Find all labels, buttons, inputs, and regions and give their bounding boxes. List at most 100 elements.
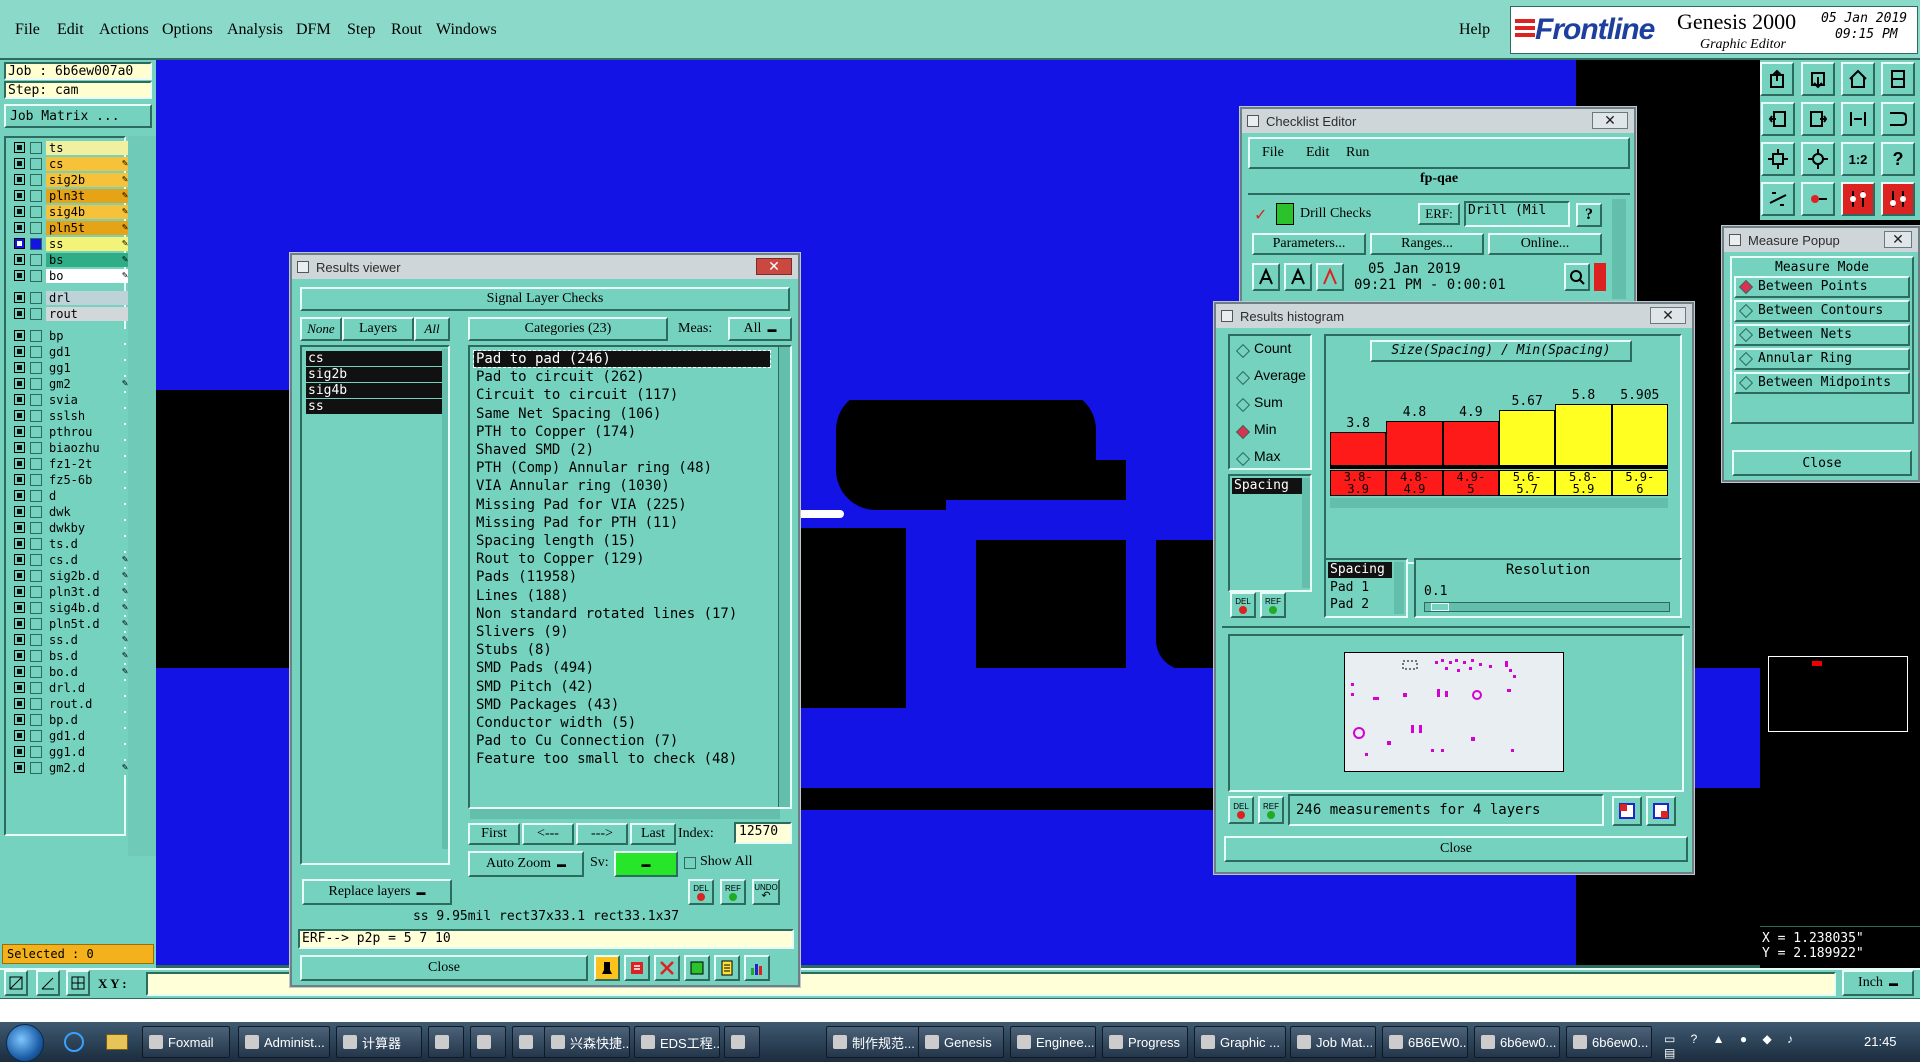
layer-checkbox[interactable] (14, 586, 25, 597)
menu-options[interactable]: Options (162, 21, 213, 39)
layer-row[interactable]: gd1.d (10, 728, 130, 744)
taskbar-item[interactable]: Graphic ... (1194, 1026, 1286, 1058)
zoom-fit-icon[interactable] (1761, 142, 1795, 176)
category-item[interactable]: Stubs (8) (476, 642, 552, 658)
layer-color-swatch[interactable] (30, 410, 42, 422)
first-button[interactable]: First (468, 823, 520, 845)
layer-row[interactable]: pthrou (10, 424, 130, 440)
category-item[interactable]: Lines (188) (476, 588, 569, 604)
erf-value[interactable]: Drill (Mil (1464, 201, 1570, 227)
net-highlight-icon[interactable] (1881, 182, 1915, 216)
category-item[interactable]: Non standard rotated lines (17) (476, 606, 737, 622)
category-item[interactable]: Same Net Spacing (106) (476, 406, 661, 422)
category-item[interactable]: SMD Pitch (42) (476, 679, 594, 695)
layer-name[interactable]: dwkby (46, 521, 130, 535)
histogram-bar[interactable] (1499, 410, 1556, 466)
layer-name[interactable]: gm2.d ✎ (46, 761, 130, 775)
layer-row[interactable]: bo.d ✎ (10, 664, 130, 680)
layer-row[interactable]: bs.d ✎ (10, 648, 130, 664)
layer-row[interactable]: bp (10, 328, 130, 344)
layer-results-list[interactable]: cs sig2b sig4b ss (300, 345, 450, 865)
histogram-close-button[interactable]: Close (1224, 836, 1688, 862)
histogram-option-max[interactable]: Max (1254, 448, 1280, 464)
layer-color-swatch[interactable] (30, 650, 42, 662)
taskbar-item[interactable]: 制作规范... (826, 1026, 922, 1058)
layer-color-swatch[interactable] (30, 238, 42, 250)
layer-checkbox[interactable] (14, 292, 25, 303)
category-list[interactable]: Pad to pad (246) Pad to circuit (262) Circ… (468, 345, 792, 809)
menu-edit[interactable]: Edit (57, 21, 84, 39)
layer-name[interactable]: ss ✎ (46, 237, 130, 251)
layer-row[interactable]: sig2b.d ✎ (10, 568, 130, 584)
mode-radio-icon[interactable] (1738, 279, 1754, 295)
layer-row[interactable]: ss.d ✎ (10, 632, 130, 648)
ranges-button[interactable]: Ranges... (1370, 233, 1484, 255)
board-preview[interactable] (1344, 652, 1564, 772)
show-all-checkbox[interactable] (684, 857, 696, 869)
layer-name[interactable]: drl.d (46, 681, 130, 695)
taskbar-item[interactable]: Enginee... (1010, 1026, 1096, 1058)
layer-name[interactable]: sig2b.d ✎ (46, 569, 130, 583)
measure-close-button[interactable]: Close (1732, 450, 1912, 476)
close-layer-icon[interactable] (1801, 62, 1835, 96)
layer-checkbox[interactable] (14, 618, 25, 629)
last-button[interactable]: Last (630, 823, 676, 845)
close-icon[interactable]: ✕ (756, 258, 792, 275)
layer-color-swatch[interactable] (30, 602, 42, 614)
layer-name[interactable]: gm2 ✎ (46, 377, 130, 391)
category-item[interactable]: Conductor width (5) (476, 715, 636, 731)
layer-row[interactable]: pln5t ✎ (10, 220, 130, 236)
layer-color-swatch[interactable] (30, 378, 42, 390)
layer-checkbox[interactable] (14, 602, 25, 613)
detail-pad2[interactable]: Pad 2 (1330, 597, 1369, 612)
histogram-option-min[interactable]: Min (1254, 421, 1277, 437)
menu-rout[interactable]: Rout (391, 21, 422, 39)
layer-checkbox[interactable] (14, 142, 25, 153)
layer-checkbox[interactable] (14, 538, 25, 549)
layer-checkbox[interactable] (14, 522, 25, 533)
menu-step[interactable]: Step (347, 21, 375, 39)
histogram-bar[interactable] (1386, 421, 1443, 466)
option-radio-icon[interactable] (1235, 343, 1251, 359)
highlight-icon[interactable] (594, 955, 620, 981)
layer-name[interactable]: fz1-2t (46, 457, 130, 471)
layer-color-swatch[interactable] (30, 570, 42, 582)
layer-color-swatch[interactable] (30, 362, 42, 374)
layer-checkbox[interactable] (14, 270, 25, 281)
category-item[interactable]: Pad to pad (246) (473, 350, 771, 368)
probe-icon[interactable] (1801, 182, 1835, 216)
none-button[interactable]: None (300, 317, 342, 341)
layer-color-swatch[interactable] (30, 714, 42, 726)
parameters-button[interactable]: Parameters... (1252, 233, 1366, 255)
layer-name[interactable]: bp (46, 329, 130, 343)
category-item[interactable]: Missing Pad for VIA (225) (476, 497, 687, 513)
layer-name[interactable]: fz5-6b (46, 473, 130, 487)
layer-checkbox[interactable] (14, 442, 25, 453)
layer-name[interactable]: sig4b ✎ (46, 205, 130, 219)
results-close-button[interactable]: Close (300, 955, 588, 981)
option-radio-icon[interactable] (1235, 397, 1251, 413)
histogram-option-count[interactable]: Count (1254, 340, 1291, 356)
layer-row[interactable]: sig4b.d ✎ (10, 600, 130, 616)
layer-checkbox[interactable] (14, 698, 25, 709)
categories-button[interactable]: Categories (23) (468, 317, 668, 341)
layer-color-swatch[interactable] (30, 174, 42, 186)
option-radio-icon[interactable] (1235, 424, 1251, 440)
result-layer-item[interactable]: sig4b (306, 383, 444, 398)
layer-row[interactable]: gm2.d ✎ (10, 760, 130, 776)
mode-radio-icon[interactable] (1738, 327, 1754, 343)
run-icon[interactable] (1252, 263, 1280, 291)
filter-off-icon[interactable] (654, 955, 680, 981)
layer-checkbox[interactable] (14, 458, 25, 469)
close-icon[interactable]: ✕ (1650, 307, 1686, 324)
checklist-menu-file[interactable]: File (1262, 145, 1284, 161)
layer-name[interactable]: sig4b.d ✎ (46, 601, 130, 615)
layer-checkbox[interactable] (14, 570, 25, 581)
layer-row[interactable]: pln5t.d ✎ (10, 616, 130, 632)
category-item[interactable]: Missing Pad for PTH (11) (476, 515, 678, 531)
layer-name[interactable]: d (46, 489, 130, 503)
category-item[interactable]: VIA Annular ring (1030) (476, 478, 670, 494)
taskbar-item[interactable]: Genesis (918, 1026, 1004, 1058)
layer-color-swatch[interactable] (30, 142, 42, 154)
zoom-window-icon[interactable] (1612, 796, 1642, 826)
